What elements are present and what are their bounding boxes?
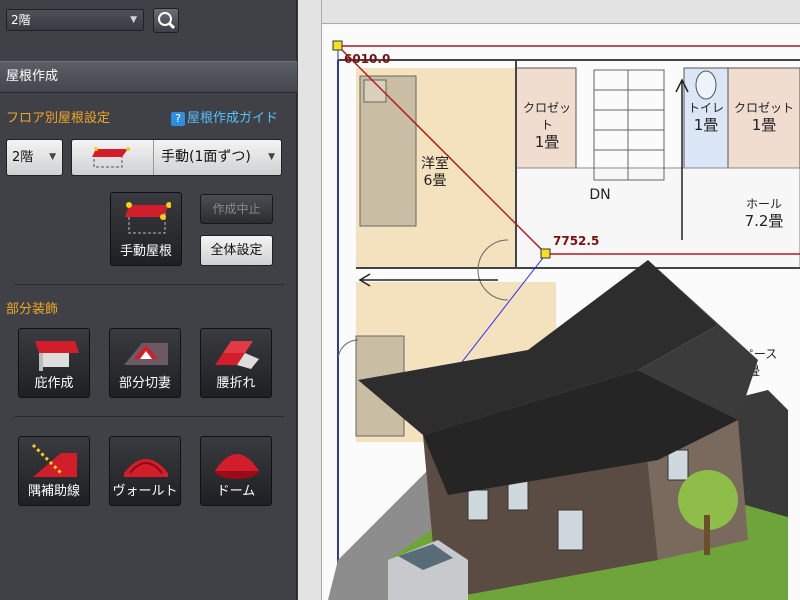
eave-tool-label: 庇作成 [34,376,74,391]
vault-button[interactable]: ヴォールト [109,436,181,506]
roof-panel: 2階 ▼ 屋根作成 フロア別屋根設定 ? 屋根作成ガイド 2階 ▼ 手動(1面ずつ… [0,0,297,600]
floor-select[interactable]: 2階 ▼ [6,9,144,31]
corner-guide-label: 隅補助線 [27,484,80,499]
search-button[interactable] [153,8,179,33]
dimension-label: 7752.5 [553,234,600,248]
roof-guide-label: 屋根作成ガイド [187,111,279,126]
combo-divider [153,140,154,175]
divider [14,416,284,417]
corner-guide-button[interactable]: 隅補助線 [18,436,90,506]
section-title: 屋根作成 [6,69,59,84]
roof-floor-value: 2階 [12,150,34,165]
floor-roof-heading: フロア別屋根設定 [6,111,111,126]
floor-plan-canvas[interactable]: 6010.0 7752.5 クロゼット 1畳 トイレ 1畳 クロゼット 1畳 洋… [298,0,800,600]
corner-guide-icon [31,443,77,477]
room-name: ホール [745,197,782,211]
divider [14,284,284,285]
roof-mode-value: 手動(1面ずつ) [161,149,251,165]
partial-gable-icon [124,343,168,365]
roof-guide-link[interactable]: ? 屋根作成ガイド [171,107,278,126]
dome-label: ドーム [216,484,256,499]
room-label-closet: クロゼット 1畳 [730,100,798,134]
room-size: 1畳 [693,116,719,134]
chevron-down-icon: ▼ [130,15,137,25]
room-size: 1畳 [534,133,560,151]
room-label-hall: ホール 7.2畳 [734,196,794,230]
manual-roof-label: 手動屋根 [119,244,172,259]
manual-roof-icon [125,202,171,234]
partial-gable-label: 部分切妻 [118,376,171,391]
room-label-western: 洋室 6畳 [410,156,460,190]
manual-roof-button[interactable]: 手動屋根 [110,192,182,266]
room-label-toilet: トイレ 1畳 [684,100,728,134]
room-size: 1畳 [751,116,777,134]
roof-mode-select[interactable]: 手動(1面ずつ) ▼ [71,139,282,176]
gambrel-label: 腰折れ [216,376,256,391]
overall-settings-label: 全体設定 [210,243,263,258]
room-label-dn: DN [589,187,611,203]
cancel-create-label: 作成中止 [212,202,261,216]
roof-floor-select[interactable]: 2階 ▼ [6,139,63,176]
room-name: クロゼット [733,101,794,115]
dimension-label: 6010.0 [344,52,391,66]
search-icon [158,12,176,30]
section-header: 屋根作成 [0,61,297,93]
help-icon: ? [171,112,185,126]
chevron-down-icon: ▼ [268,152,275,162]
room-name: 洋室 [421,156,449,172]
dome-button[interactable]: ドーム [200,436,272,506]
eave-tool-button[interactable]: 庇作成 [18,328,90,398]
partial-gable-button[interactable]: 部分切妻 [109,328,181,398]
floor-select-value: 2階 [11,13,31,27]
gambrel-button[interactable]: 腰折れ [200,328,272,398]
dome-icon [215,454,259,479]
room-name: トイレ [687,101,724,115]
room-size: 6畳 [423,173,447,189]
manual-roof-mode-icon [92,147,130,168]
gambrel-icon [215,341,259,369]
room-label-closet: クロゼット 1畳 [518,100,576,151]
vault-icon [124,459,168,477]
room-name: クロゼット [522,101,571,132]
overall-settings-button[interactable]: 全体設定 [200,235,273,266]
chevron-down-icon: ▼ [49,152,56,162]
eave-icon [35,341,79,371]
partial-heading: 部分装飾 [6,302,59,317]
house-3d-preview [328,260,788,600]
vault-label: ヴォールト [112,484,178,499]
cancel-create-button[interactable]: 作成中止 [200,194,273,224]
room-size: 7.2畳 [744,212,784,230]
